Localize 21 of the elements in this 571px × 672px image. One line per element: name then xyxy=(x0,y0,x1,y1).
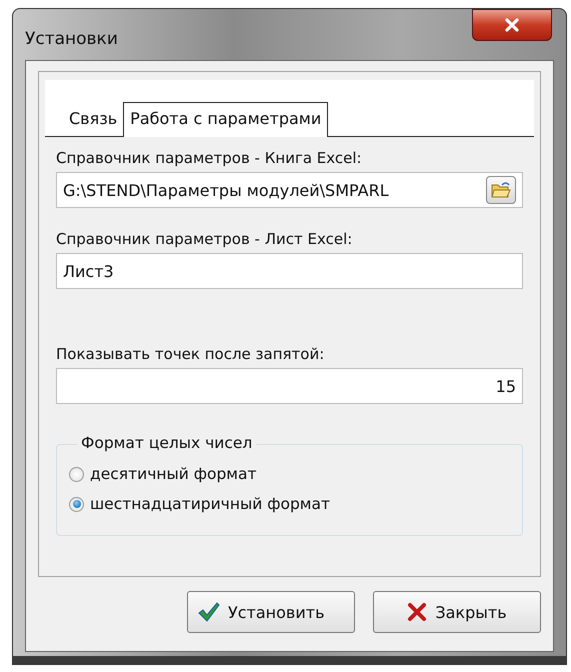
tab[interactable]: Работа с параметрами xyxy=(123,102,328,137)
window-title: Установки xyxy=(25,28,118,48)
field-label: Справочник параметров - Книга Excel: xyxy=(56,149,363,167)
checkmark-icon xyxy=(198,602,220,622)
group-title: Формат целых чисел xyxy=(77,434,256,452)
radio-option[interactable]: десятичный формат xyxy=(69,465,510,483)
folder-icon xyxy=(491,181,511,199)
apply-button[interactable]: Установить xyxy=(187,591,355,633)
radio-option[interactable]: шестнадцатиричный формат xyxy=(69,495,510,513)
radio-button[interactable] xyxy=(69,496,84,512)
browse-button[interactable] xyxy=(486,176,516,204)
radio-button[interactable] xyxy=(69,466,84,482)
close-button[interactable] xyxy=(472,9,552,41)
close-dialog-button[interactable]: Закрыть xyxy=(373,591,541,633)
input-field[interactable]: 15 xyxy=(56,368,523,404)
field-label: Показывать точек после запятой: xyxy=(56,345,326,363)
input-field[interactable]: Лист3 xyxy=(56,253,523,289)
field-label: Справочник параметров - Лист Excel: xyxy=(56,230,354,248)
path-field[interactable]: G:\STEND\Параметры модулей\SMPARL xyxy=(56,172,523,208)
cross-icon xyxy=(407,602,428,622)
close-icon xyxy=(504,18,520,32)
